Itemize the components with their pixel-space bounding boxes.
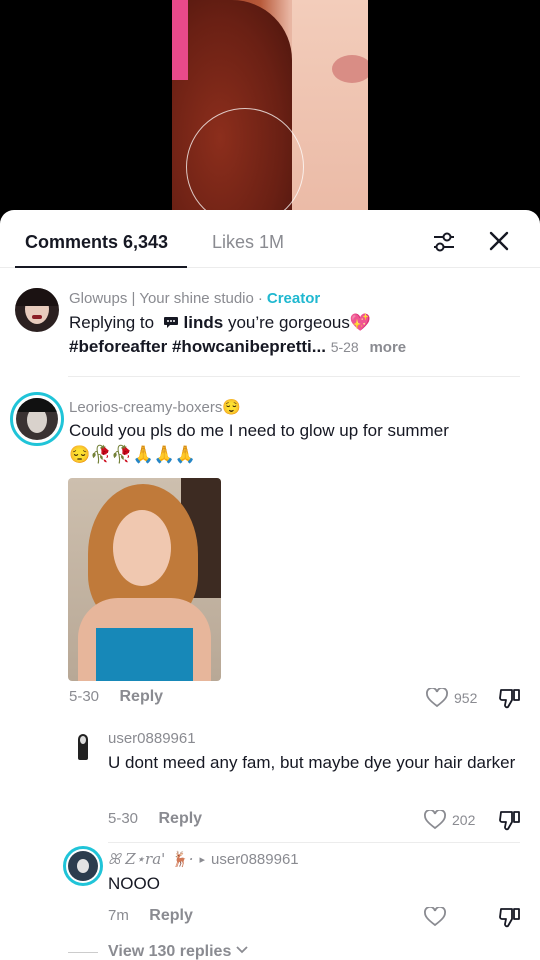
replying-prefix: Replying to [69, 313, 155, 332]
view-replies-button[interactable]: View 130 replies [108, 943, 248, 960]
filter-icon[interactable] [430, 228, 458, 256]
comment-date: 5-30 [69, 688, 100, 705]
heart-icon [426, 688, 448, 708]
avatar[interactable] [10, 392, 64, 446]
reply-actions: 5-30 Reply [108, 810, 202, 828]
reply-target[interactable]: linds [184, 313, 224, 332]
comment-photo[interactable] [68, 478, 221, 681]
comments-sheet: Comments 6,343 Likes 1M Glowups | Your s… [0, 210, 540, 960]
heart-icon[interactable] [424, 907, 446, 927]
comment-item: Leorios-creamy-boxers😌 Could you pls do … [69, 398, 529, 467]
avatar[interactable] [15, 288, 59, 332]
comment-text: you’re gorgeous💖 [227, 313, 372, 332]
like-button[interactable]: 952 [426, 688, 477, 708]
reply-button[interactable]: Reply [149, 907, 193, 924]
reply-text: NOOO [108, 874, 160, 893]
close-icon[interactable] [486, 228, 512, 254]
comment-text: Could you pls do me I need to glow up fo… [69, 421, 449, 440]
reply-button[interactable]: Reply [119, 688, 163, 705]
video-pink-strip [172, 0, 188, 80]
comment-emojis: 😔🥀🥀🙏🙏🙏 [69, 445, 197, 464]
like-button[interactable]: 202 [424, 810, 475, 830]
reply-to-username[interactable]: user0889961 [211, 851, 299, 868]
comment-date: 5-28 [330, 339, 359, 355]
reply-text: U dont meed any fam, but maybe dye your … [108, 753, 516, 772]
sheet-tabs: Comments 6,343 Likes 1M [0, 210, 540, 268]
dislike-icon[interactable] [498, 906, 522, 928]
reply-username[interactable]: user0889961 [108, 730, 528, 747]
reply-actions: 7m Reply [108, 907, 193, 925]
reply-item: ꕤ Z⋆ra' 🦌· ▸ user0889961 NOOO [108, 850, 528, 896]
dislike-icon[interactable] [498, 809, 522, 831]
view-replies-line [68, 952, 98, 953]
tab-likes[interactable]: Likes 1M [212, 232, 284, 253]
divider [68, 376, 520, 377]
hashtags[interactable]: #beforeafter #howcanibepretti... [69, 337, 326, 356]
chevron-down-icon [236, 946, 248, 954]
reply-date: 7m [108, 907, 129, 924]
separator-dot: · [257, 290, 263, 307]
view-replies-label: View 130 replies [108, 943, 232, 960]
like-count: 952 [454, 690, 478, 706]
comment-username[interactable]: Leorios-creamy-boxers😌 [69, 398, 529, 416]
reply-button[interactable]: Reply [158, 810, 202, 827]
reply-username[interactable]: ꕤ Z⋆ra' 🦌· [108, 850, 194, 868]
reply-date: 5-30 [108, 810, 139, 827]
avatar[interactable] [66, 730, 100, 764]
speech-bubble-icon [163, 317, 178, 328]
video-face [292, 0, 368, 230]
more-link[interactable]: more [369, 339, 406, 356]
video-player[interactable] [0, 0, 540, 230]
dislike-icon[interactable] [498, 687, 522, 709]
reply-arrow-icon: ▸ [199, 853, 206, 866]
comment-creator: Glowups | Your shine studio · Creator Re… [69, 290, 524, 360]
comment-actions: 5-30 Reply [69, 688, 163, 706]
reply-item: user0889961 U dont meed any fam, but may… [108, 730, 528, 775]
divider [108, 842, 520, 843]
focus-ring [186, 108, 304, 226]
like-count: 202 [452, 812, 476, 828]
photo-face [113, 510, 171, 586]
avatar[interactable] [63, 846, 103, 886]
comment-username[interactable]: Glowups | Your shine studio [69, 290, 254, 307]
photo-top [96, 628, 193, 681]
creator-badge: Creator [266, 290, 321, 307]
tab-comments[interactable]: Comments 6,343 [25, 232, 168, 253]
tab-underline [15, 266, 187, 268]
video-lips [332, 55, 368, 83]
heart-icon [424, 810, 446, 830]
